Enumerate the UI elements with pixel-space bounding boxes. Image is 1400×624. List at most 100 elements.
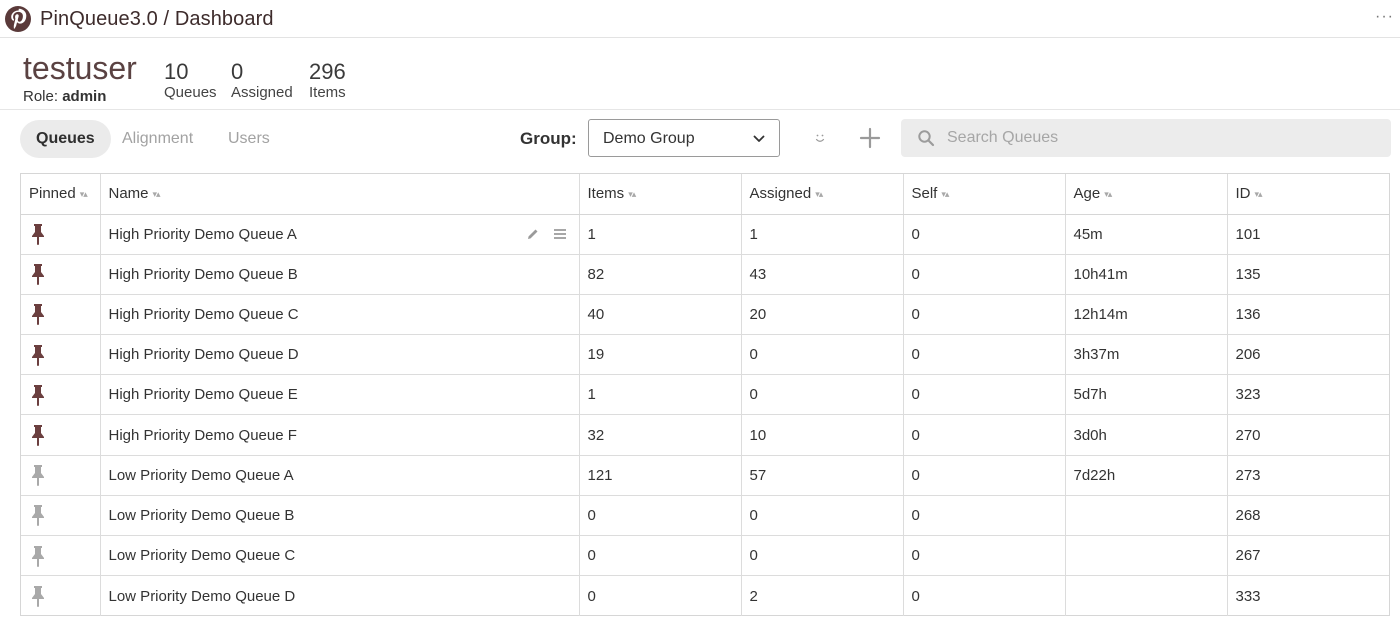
column-header-self[interactable]: Self ▾▴	[903, 174, 1066, 215]
pin-icon[interactable]	[31, 585, 45, 608]
pinned-cell	[21, 294, 101, 336]
table-row[interactable]: Low Priority Demo Queue B 0 0 0 268	[21, 495, 1389, 537]
assigned-value: 0	[749, 547, 758, 565]
name-value[interactable]: High Priority Demo Queue F	[109, 427, 297, 444]
name-cell: High Priority Demo Queue B	[100, 254, 580, 295]
table-row[interactable]: High Priority Demo Queue B 82 43 0 10h41m 135	[21, 254, 1389, 295]
pin-icon[interactable]	[31, 344, 45, 366]
self-value: 0	[911, 386, 920, 404]
tab-users[interactable]: Users	[212, 120, 286, 158]
id-value: 135	[1235, 265, 1261, 283]
smile-icon[interactable]	[808, 126, 832, 150]
name-value[interactable]: High Priority Demo Queue D	[109, 346, 299, 363]
sort-icon: ▾▴	[79, 188, 88, 199]
assigned-cell: 2	[741, 575, 904, 616]
column-header-name[interactable]: Name ▾▴	[100, 174, 580, 215]
self-value: 0	[911, 346, 920, 364]
id-cell: 101	[1227, 214, 1389, 255]
stat-items-value: 296	[309, 59, 346, 84]
table-row[interactable]: Low Priority Demo Queue C 0 0 0 267	[21, 535, 1389, 577]
name-value[interactable]: High Priority Demo Queue E	[109, 386, 298, 403]
pinned-cell	[21, 374, 101, 416]
column-header-assigned[interactable]: Assigned ▾▴	[741, 174, 904, 215]
items-value: 0	[587, 587, 596, 605]
column-header-items[interactable]: Items ▾▴	[579, 174, 742, 215]
table-row[interactable]: High Priority Demo Queue E 1 0 0 5d7h 323	[21, 374, 1389, 416]
assigned-value: 2	[749, 587, 758, 605]
name-value[interactable]: Low Priority Demo Queue B	[109, 507, 295, 524]
name-cell: Low Priority Demo Queue A	[100, 455, 580, 496]
table-row[interactable]: High Priority Demo Queue A 1 1 0 45m 101	[21, 214, 1389, 255]
items-cell: 40	[579, 294, 742, 336]
pinned-cell	[21, 414, 101, 456]
self-cell: 0	[903, 575, 1066, 616]
tab-alignment[interactable]: Alignment	[106, 120, 209, 158]
table-row[interactable]: High Priority Demo Queue D 19 0 0 3h37m 206	[21, 334, 1389, 376]
group-select-value: Demo Group	[603, 130, 695, 147]
pin-icon[interactable]	[31, 303, 45, 326]
pin-icon[interactable]	[31, 545, 45, 567]
table-row[interactable]: High Priority Demo Queue C 40 20 0 12h14m 136	[21, 294, 1389, 336]
assigned-cell: 0	[741, 334, 904, 376]
column-header-pinned[interactable]: Pinned ▾▴	[21, 174, 101, 215]
name-value[interactable]: Low Priority Demo Queue C	[109, 547, 296, 564]
pin-icon[interactable]	[31, 223, 45, 246]
table-row[interactable]: Low Priority Demo Queue A 121 57 0 7d22h 273	[21, 455, 1389, 496]
assigned-cell: 1	[741, 214, 904, 255]
more-options-icon[interactable]: ···	[1375, 8, 1394, 26]
id-value: 267	[1235, 547, 1261, 565]
id-value: 270	[1235, 426, 1261, 444]
items-cell: 19	[579, 334, 742, 376]
name-value[interactable]: High Priority Demo Queue A	[109, 226, 297, 243]
assigned-value: 1	[749, 225, 758, 243]
search-input[interactable]	[947, 119, 1377, 157]
add-queue-icon[interactable]	[858, 126, 882, 150]
stat-assigned-value: 0	[231, 59, 244, 84]
age-value: 10h41m	[1073, 265, 1128, 283]
self-cell: 0	[903, 414, 1066, 456]
name-value[interactable]: High Priority Demo Queue C	[109, 306, 299, 323]
self-cell: 0	[903, 214, 1066, 255]
pin-icon[interactable]	[31, 384, 45, 406]
column-label: Self	[911, 185, 938, 203]
column-header-age[interactable]: Age ▾▴	[1065, 174, 1228, 215]
pin-icon[interactable]	[31, 424, 45, 447]
self-value: 0	[911, 426, 920, 444]
items-cell: 0	[579, 495, 742, 537]
items-cell: 1	[579, 374, 742, 416]
id-cell: 136	[1227, 294, 1389, 336]
items-value: 0	[587, 547, 596, 565]
name-cell: Low Priority Demo Queue C	[100, 535, 580, 577]
pin-icon[interactable]	[31, 504, 45, 527]
id-cell: 267	[1227, 535, 1389, 577]
name-cell: High Priority Demo Queue F	[100, 414, 580, 456]
pinned-cell	[21, 455, 101, 496]
assigned-cell: 0	[741, 535, 904, 577]
name-value[interactable]: Low Priority Demo Queue D	[109, 588, 296, 605]
pin-icon[interactable]	[31, 464, 45, 487]
pinterest-logo-icon[interactable]	[4, 5, 32, 33]
id-cell: 323	[1227, 374, 1389, 416]
menu-icon[interactable]	[553, 227, 567, 244]
edit-icon[interactable]	[527, 227, 539, 244]
tab-queues[interactable]: Queues	[20, 120, 111, 158]
column-label: Name	[108, 185, 149, 203]
pinned-cell	[21, 575, 101, 616]
items-cell: 0	[579, 575, 742, 616]
group-select[interactable]: Demo Group	[588, 119, 780, 157]
name-value[interactable]: Low Priority Demo Queue A	[109, 467, 294, 484]
pin-icon[interactable]	[31, 263, 45, 286]
stat-queues-value: 10	[164, 59, 189, 84]
column-header-id[interactable]: ID ▾▴	[1227, 174, 1389, 215]
table-row[interactable]: High Priority Demo Queue F 32 10 0 3d0h 270	[21, 414, 1389, 456]
table-row[interactable]: Low Priority Demo Queue D 0 2 0 333	[21, 575, 1389, 616]
items-cell: 121	[579, 455, 742, 496]
stat-queues-label: Queues	[164, 84, 217, 101]
name-value[interactable]: High Priority Demo Queue B	[109, 266, 298, 283]
pinned-cell	[21, 334, 101, 376]
username: testuser	[23, 50, 137, 86]
user-summary: testuser Role: admin 10 Queues 0 Assigne…	[0, 38, 1400, 110]
assigned-value: 43	[749, 265, 767, 283]
id-cell: 206	[1227, 334, 1389, 376]
id-value: 206	[1235, 346, 1261, 364]
